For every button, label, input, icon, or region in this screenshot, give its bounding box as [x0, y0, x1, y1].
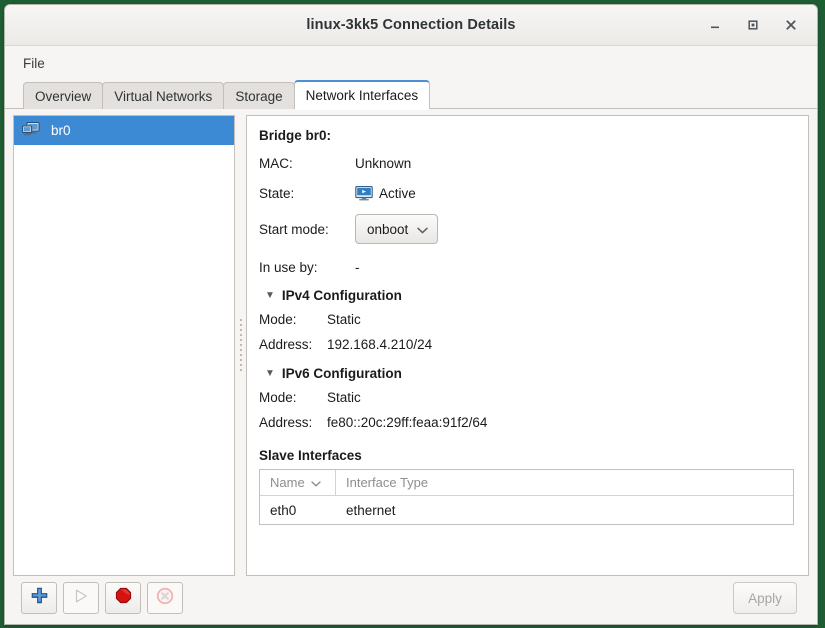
mac-label: MAC:	[259, 156, 293, 171]
active-monitor-icon	[355, 186, 373, 201]
ipv6-mode-label: Mode:	[259, 390, 297, 405]
detail-heading: Bridge br0:	[259, 128, 332, 143]
ipv6-address-row: Address: fe80::20c:29ff:feaa:91f2/64	[259, 415, 794, 430]
tab-storage[interactable]: Storage	[223, 82, 295, 109]
state-label: State:	[259, 186, 295, 201]
ipv4-address-value: 192.168.4.210/24	[327, 337, 433, 352]
column-header-name-label: Name	[270, 475, 305, 490]
ipv6-expander[interactable]: ▼ IPv6 Configuration	[265, 366, 794, 381]
in-use-by-label: In use by:	[259, 260, 318, 275]
triangle-down-icon: ▼	[265, 367, 275, 379]
menubar: File	[5, 46, 817, 81]
panes-container: br0 Bridge br0: MAC: Unknown State: Acti…	[13, 109, 809, 576]
minimize-icon[interactable]	[707, 17, 723, 33]
triangle-down-icon: ▼	[265, 289, 275, 301]
in-use-by-value: -	[355, 260, 360, 275]
cell-name: eth0	[270, 502, 297, 518]
interface-detail-pane: Bridge br0: MAC: Unknown State: Active S…	[246, 115, 809, 576]
tab-network-interfaces[interactable]: Network Interfaces	[293, 80, 431, 110]
tab-content-network-interfaces: br0 Bridge br0: MAC: Unknown State: Acti…	[5, 109, 817, 624]
tab-overview[interactable]: Overview	[23, 82, 104, 109]
ipv6-mode-value: Static	[327, 390, 361, 405]
ipv4-title: IPv4 Configuration	[281, 288, 402, 303]
add-interface-button[interactable]	[21, 582, 57, 614]
ipv6-title: IPv6 Configuration	[281, 366, 402, 381]
menu-item-file[interactable]: File	[17, 53, 51, 74]
splitter-grip	[239, 318, 242, 373]
connection-details-window: linux-3kk5 Connection Details File Overv…	[4, 4, 818, 625]
sort-chevron-down-icon	[310, 475, 321, 490]
column-header-name[interactable]: Name	[260, 470, 336, 495]
stop-octagon-icon	[115, 587, 132, 609]
ipv4-address-label: Address:	[259, 337, 313, 352]
plus-icon	[31, 587, 48, 609]
ipv4-mode-row: Mode: Static	[259, 312, 794, 327]
mac-value: Unknown	[355, 156, 412, 171]
maximize-icon[interactable]	[745, 17, 761, 33]
delete-interface-button	[147, 582, 183, 614]
chevron-down-icon	[417, 222, 429, 237]
start-mode-value: onboot	[367, 221, 409, 237]
slave-interfaces-table: Name Interface Type eth0 ethernet	[259, 469, 794, 525]
close-icon[interactable]	[783, 17, 799, 33]
start-mode-dropdown[interactable]: onboot	[355, 214, 439, 244]
column-header-interface-type-label: Interface Type	[346, 475, 429, 490]
play-icon	[73, 588, 89, 609]
ipv4-expander[interactable]: ▼ IPv4 Configuration	[265, 288, 794, 303]
apply-button[interactable]: Apply	[733, 582, 797, 614]
ipv4-mode-label: Mode:	[259, 312, 297, 327]
network-interface-icon	[22, 121, 41, 140]
ipv4-mode-value: Static	[327, 312, 361, 327]
tab-strip: Overview Virtual Networks Storage Networ…	[5, 80, 817, 110]
ipv6-address-value: fe80::20c:29ff:feaa:91f2/64	[327, 415, 488, 430]
ipv6-mode-row: Mode: Static	[259, 390, 794, 405]
tab-virtual-networks[interactable]: Virtual Networks	[102, 82, 225, 109]
state-field: State: Active	[259, 184, 794, 203]
ipv6-address-label: Address:	[259, 415, 313, 430]
pane-splitter[interactable]	[235, 115, 246, 576]
in-use-by-field: In use by: -	[259, 258, 794, 277]
table-row[interactable]: eth0 ethernet	[260, 496, 793, 524]
cell-interface-type: ethernet	[346, 502, 396, 518]
window-title: linux-3kk5 Connection Details	[306, 17, 516, 33]
stop-interface-button[interactable]	[105, 582, 141, 614]
circle-x-icon	[156, 587, 174, 610]
list-item-label: br0	[51, 123, 71, 138]
start-mode-field: Start mode: onboot	[259, 214, 794, 244]
state-value: Active	[379, 186, 416, 201]
list-item[interactable]: br0	[14, 116, 234, 145]
window-controls	[707, 17, 817, 33]
window-titlebar[interactable]: linux-3kk5 Connection Details	[5, 5, 817, 46]
start-mode-label: Start mode:	[259, 221, 329, 237]
ipv4-address-row: Address: 192.168.4.210/24	[259, 337, 794, 352]
mac-field: MAC: Unknown	[259, 154, 794, 173]
slave-interfaces-title: Slave Interfaces	[259, 448, 362, 463]
interface-toolbar: Apply	[13, 576, 809, 624]
column-header-interface-type[interactable]: Interface Type	[336, 470, 438, 495]
table-header-row: Name Interface Type	[260, 470, 793, 496]
start-interface-button	[63, 582, 99, 614]
interface-list[interactable]: br0	[13, 115, 235, 576]
